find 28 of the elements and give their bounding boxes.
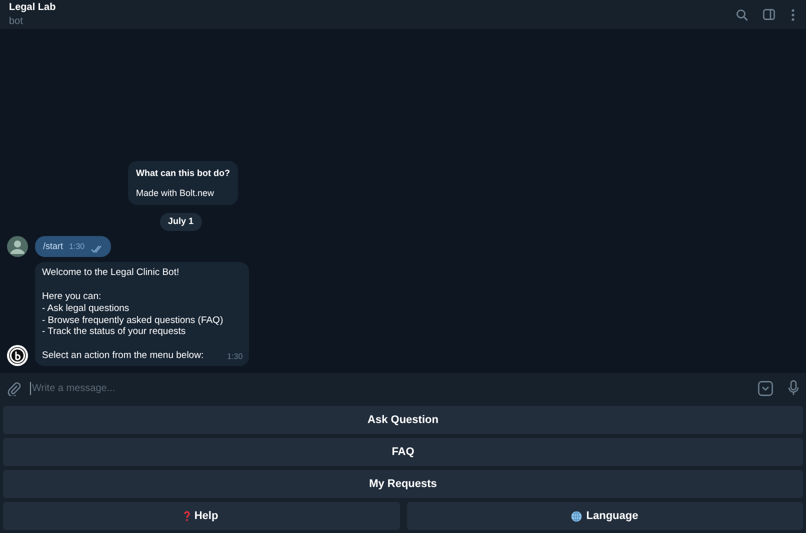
keyboard-button[interactable]: My Requests [3, 470, 803, 498]
message-time: 1:30 [69, 241, 85, 254]
bot-avatar [7, 345, 28, 366]
message-paragraph: Here you can: - Ask legal questions - Browse frequently asked questions (FAQ) - Track the status of your requests [42, 291, 224, 338]
message-composer[interactable]: Write a message... [0, 373, 806, 403]
keyboard-button[interactable]: Language [406, 502, 803, 530]
search-icon[interactable] [736, 8, 748, 20]
chat-title: Legal Lab [9, 2, 57, 12]
microphone-icon[interactable] [788, 380, 799, 396]
keyboard-button[interactable]: FAQ [3, 438, 803, 466]
message-text: /start [43, 240, 64, 253]
paperclip-icon[interactable] [7, 380, 21, 396]
user-avatar [7, 236, 28, 258]
message-paragraph: Select an action from the menu below: [42, 350, 205, 362]
info-title: What can this bot do? [136, 167, 230, 180]
emoji-keyboard-icon[interactable] [758, 380, 773, 396]
keyboard-button[interactable]: Help [3, 502, 400, 530]
keyboard-button[interactable]: Ask Question [3, 406, 803, 434]
message-paragraph: Welcome to the Legal Clinic Bot! [42, 267, 180, 280]
question-mark-icon [184, 511, 190, 521]
message-input[interactable]: Write a message... [30, 382, 758, 394]
info-text: Made with Bolt.new [136, 186, 216, 200]
more-options-icon[interactable] [791, 8, 795, 20]
date-label: July 1 [160, 213, 202, 231]
message-time: 1:30 [227, 352, 243, 362]
sidebar-toggle-icon[interactable] [763, 9, 775, 20]
globe-icon [571, 510, 582, 522]
chat-status: bot [9, 16, 24, 26]
